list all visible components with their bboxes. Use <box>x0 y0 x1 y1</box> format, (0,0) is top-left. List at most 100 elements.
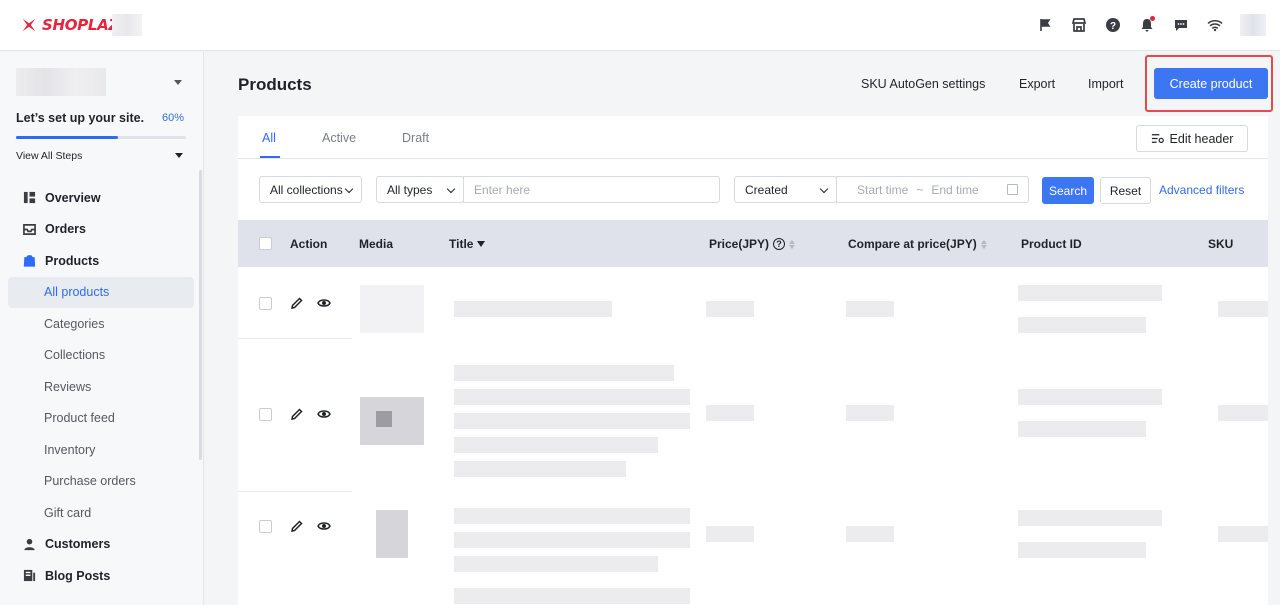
table-row[interactable] <box>238 492 1268 605</box>
date-range-picker[interactable]: Start time ~ End time <box>836 176 1029 203</box>
flag-icon[interactable] <box>1036 16 1054 34</box>
product-thumbnail[interactable] <box>360 285 424 333</box>
sidebar: Let’s set up your site. 60% View All Ste… <box>0 52 204 605</box>
edit-pencil-icon[interactable] <box>290 296 304 310</box>
shop-selector[interactable] <box>16 68 186 98</box>
product-thumbnail[interactable] <box>376 510 408 558</box>
product-title-redacted[interactable] <box>454 365 674 381</box>
export-link[interactable]: Export <box>1019 77 1055 91</box>
sku-redacted <box>1218 301 1268 317</box>
tab-active[interactable]: Active <box>322 131 356 145</box>
column-compare-price[interactable]: Compare at price(JPY) <box>848 237 987 251</box>
create-product-button[interactable]: Create product <box>1154 68 1268 99</box>
orders-icon <box>22 222 36 236</box>
product-title-redacted[interactable] <box>454 301 612 317</box>
edit-header-label: Edit header <box>1169 131 1234 146</box>
sidebar-item-blog-posts[interactable]: Blog Posts <box>8 560 194 592</box>
view-all-steps-link[interactable]: View All Steps <box>16 150 82 162</box>
compare-price-redacted <box>846 526 894 542</box>
tab-draft[interactable]: Draft <box>402 131 429 145</box>
edit-columns-icon <box>1151 134 1164 144</box>
view-eye-icon[interactable] <box>317 407 331 421</box>
collection-select[interactable]: All collections <box>259 176 362 203</box>
view-eye-icon[interactable] <box>317 519 331 533</box>
sidebar-subitem-categories[interactable]: Categories <box>8 308 194 340</box>
sku-autogen-settings-link[interactable]: SKU AutoGen settings <box>861 77 985 91</box>
sort-icon <box>980 239 987 249</box>
search-button[interactable]: Search <box>1042 177 1094 204</box>
product-title-redacted <box>454 389 690 405</box>
advanced-filters-link[interactable]: Advanced filters <box>1159 183 1244 197</box>
type-select[interactable]: All types <box>376 176 464 203</box>
table-header: Action Media Title Price(JPY) ? Compare … <box>238 220 1268 267</box>
store-name-redacted <box>112 14 142 36</box>
sidebar-subitem-inventory[interactable]: Inventory <box>8 434 194 466</box>
column-price-label: Price(JPY) <box>709 237 770 251</box>
setup-progress-fill <box>16 136 118 139</box>
sidebar-item-products[interactable]: Products <box>8 245 194 277</box>
product-search-input[interactable]: Enter here <box>463 176 720 203</box>
product-thumbnail[interactable] <box>360 397 424 445</box>
row-checkbox[interactable] <box>259 520 272 533</box>
tab-bar: All Active Draft Edit header <box>238 116 1268 159</box>
product-thumbnail-detail <box>376 411 392 427</box>
table-row[interactable] <box>238 267 1268 339</box>
view-eye-icon[interactable] <box>317 296 331 310</box>
start-time-placeholder: Start time <box>857 182 909 197</box>
product-title-redacted[interactable] <box>454 508 690 524</box>
compare-price-redacted <box>846 405 894 421</box>
column-price[interactable]: Price(JPY) ? <box>709 237 796 251</box>
tab-all[interactable]: All <box>262 131 276 145</box>
sidebar-subitem-product-feed[interactable]: Product feed <box>8 403 194 435</box>
sidebar-item-orders[interactable]: Orders <box>8 214 194 246</box>
compare-price-redacted <box>846 301 894 317</box>
product-title-redacted <box>454 413 690 429</box>
caret-down-icon[interactable] <box>175 153 183 158</box>
sort-icon <box>789 239 796 249</box>
row-checkbox[interactable] <box>259 297 272 310</box>
select-all-checkbox[interactable] <box>259 237 272 250</box>
date-field-value: Created <box>745 182 788 197</box>
table-row[interactable] <box>238 339 1268 491</box>
column-title[interactable]: Title <box>449 237 486 251</box>
sidebar-item-label: Orders <box>45 222 86 237</box>
products-icon <box>22 254 36 268</box>
bell-icon[interactable] <box>1138 16 1156 34</box>
sidebar-subitem-reviews[interactable]: Reviews <box>8 371 194 403</box>
import-link[interactable]: Import <box>1088 77 1123 91</box>
shoplazza-logo-icon <box>22 18 36 32</box>
help-icon[interactable]: ? <box>1104 16 1122 34</box>
edit-pencil-icon[interactable] <box>290 407 304 421</box>
overview-icon <box>22 191 36 205</box>
sidebar-item-customers[interactable]: Customers <box>8 529 194 561</box>
sort-desc-icon <box>477 241 486 247</box>
avatar[interactable] <box>1240 14 1266 36</box>
help-icon[interactable]: ? <box>773 238 786 250</box>
date-field-select[interactable]: Created <box>734 176 837 203</box>
message-icon[interactable] <box>1172 16 1190 34</box>
product-id-redacted <box>1018 510 1162 526</box>
sidebar-item-overview[interactable]: Overview <box>8 182 194 214</box>
edit-header-button[interactable]: Edit header <box>1136 125 1248 152</box>
column-product-id: Product ID <box>1021 237 1082 251</box>
sidebar-subitem-purchase-orders[interactable]: Purchase orders <box>8 466 194 498</box>
chevron-down-icon <box>174 80 182 85</box>
date-separator: ~ <box>916 182 924 197</box>
wifi-icon[interactable] <box>1206 16 1224 34</box>
product-title-redacted <box>454 461 626 477</box>
column-action: Action <box>290 237 328 251</box>
edit-pencil-icon[interactable] <box>290 519 304 533</box>
top-bar: SHOPLAZZA ? <box>0 0 1280 51</box>
reset-button[interactable]: Reset <box>1100 177 1151 204</box>
sidebar-subitem-gift-card[interactable]: Gift card <box>8 497 194 529</box>
sidebar-scrollbar[interactable] <box>199 170 202 460</box>
sidebar-item-label: Blog Posts <box>45 568 111 583</box>
row-checkbox[interactable] <box>259 408 272 421</box>
end-time-placeholder: End time <box>931 182 979 197</box>
sidebar-subitem-collections[interactable]: Collections <box>8 340 194 372</box>
column-title-label: Title <box>449 237 474 251</box>
sidebar-subitem-all-products[interactable]: All products <box>8 276 194 308</box>
store-icon[interactable] <box>1070 16 1088 34</box>
product-id-redacted <box>1018 285 1162 301</box>
product-title-redacted <box>454 556 658 572</box>
